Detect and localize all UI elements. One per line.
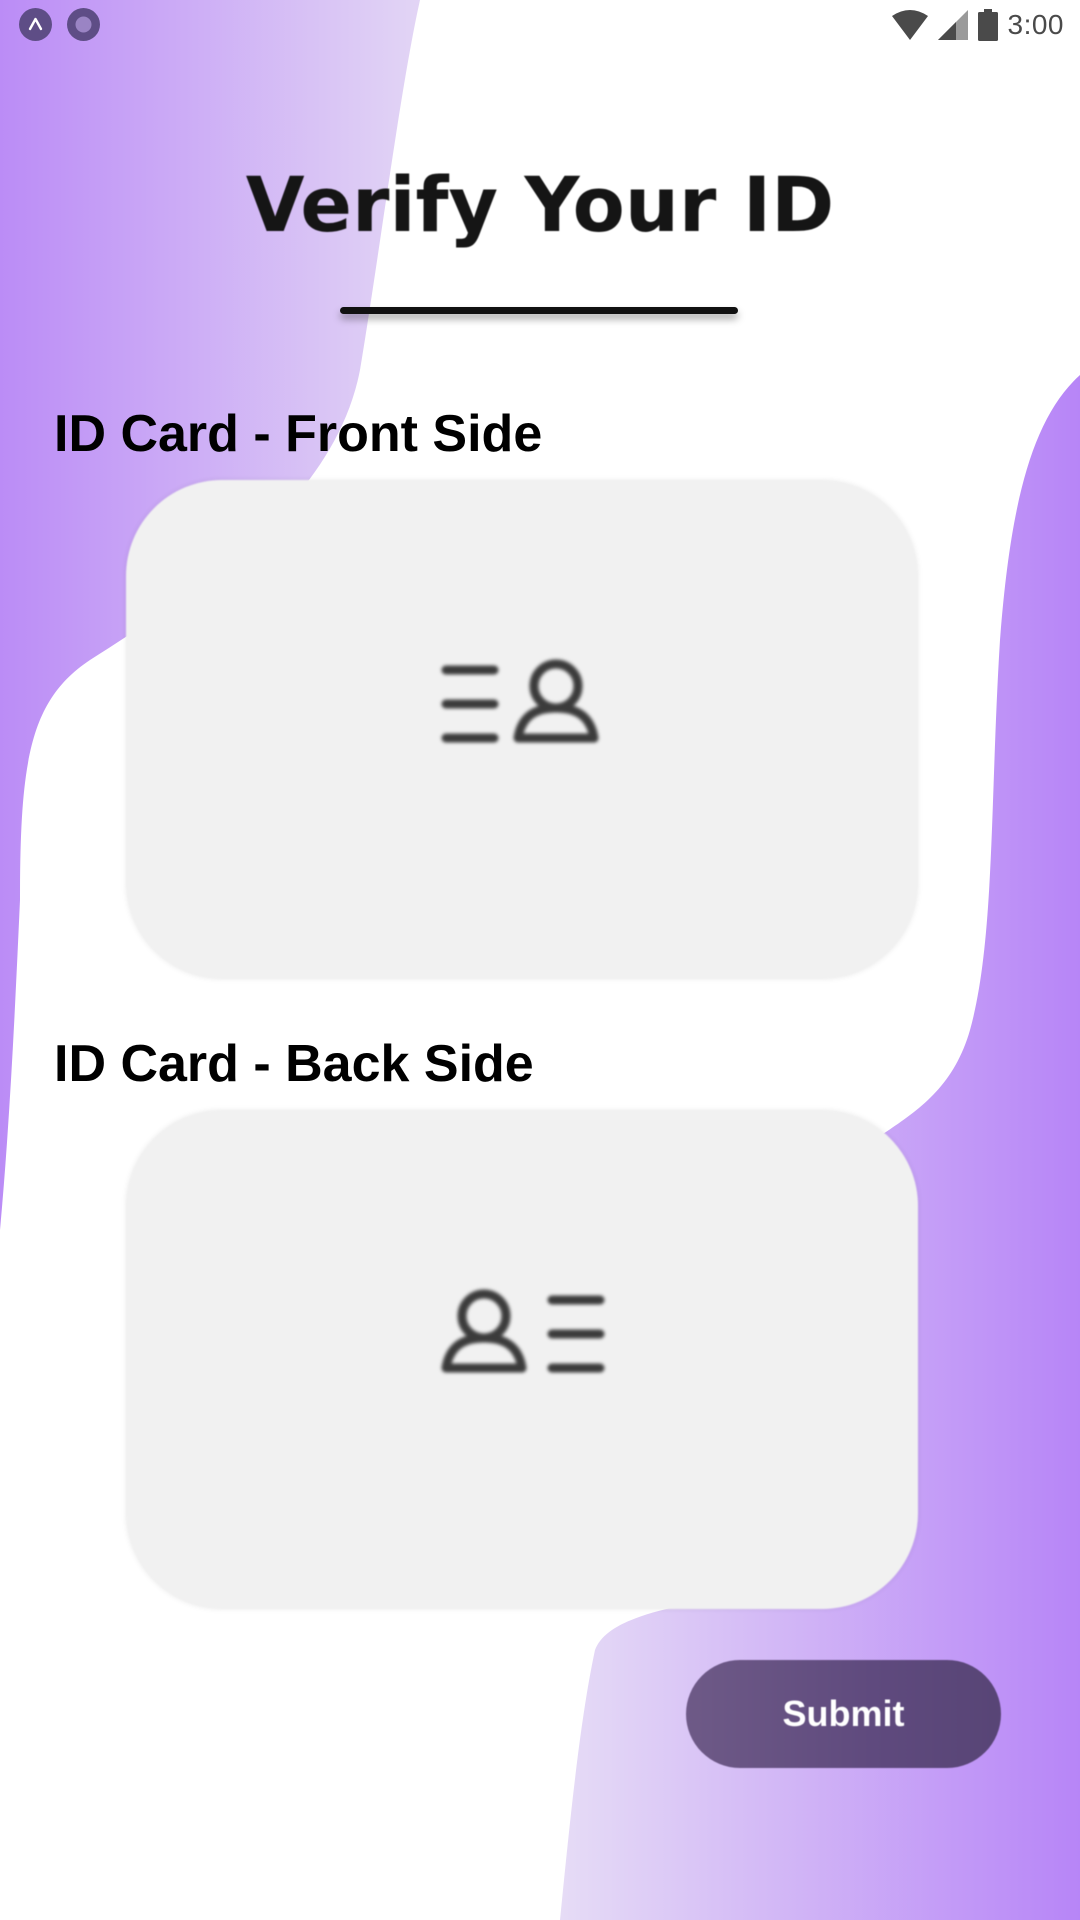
submit-button[interactable]: Submit [686,1660,1001,1768]
app-notification-icon [19,8,52,41]
battery-icon [977,9,998,41]
front-id-upload-card[interactable] [126,480,918,979]
screen: 3:00 Verify Your ID ID Card - Front Side… [0,0,1080,1920]
id-card-front-icon [441,659,599,743]
title-underline [340,307,738,314]
page-title: Verify Your ID [245,160,835,249]
back-id-upload-card[interactable] [126,1110,918,1609]
status-indicators: 3:00 [891,6,1065,44]
status-time: 3:00 [1007,9,1064,40]
status-bar: 3:00 [0,0,1080,50]
wifi-icon [891,10,928,40]
cellular-signal-icon [937,10,968,40]
back-side-label: ID Card - Back Side [54,1035,534,1093]
id-card-back-icon [441,1289,605,1373]
front-side-label: ID Card - Front Side [54,405,543,463]
circle-notification-icon [67,8,100,41]
